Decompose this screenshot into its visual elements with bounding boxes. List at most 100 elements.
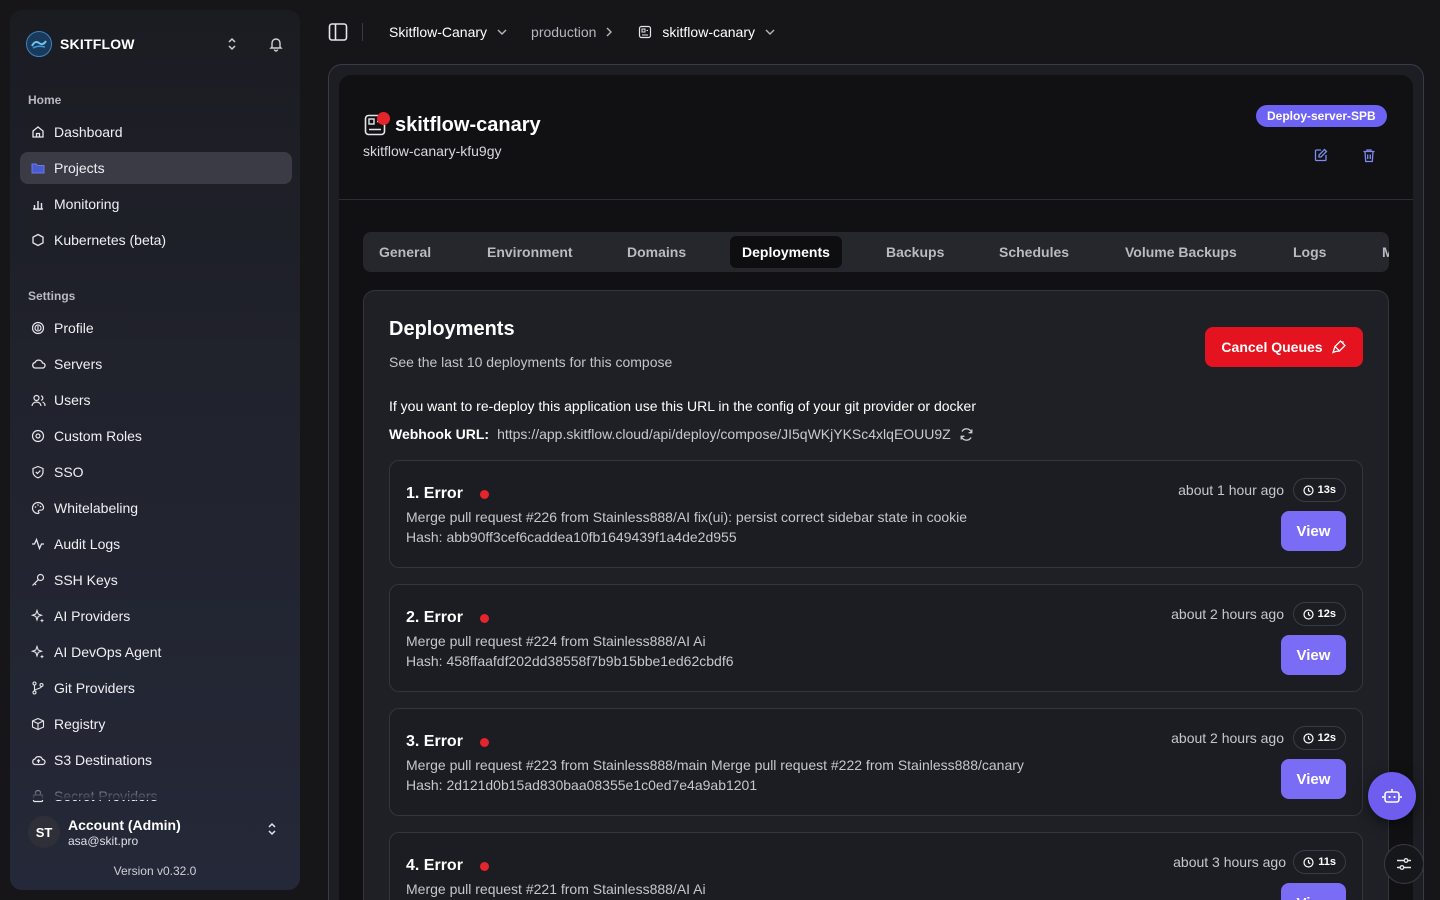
header-divider [339, 199, 1413, 200]
sidebar-item-kubernetes[interactable]: Kubernetes (beta) [20, 224, 292, 256]
shield-settings-icon [30, 428, 46, 444]
duration-label: 12s [1317, 608, 1336, 620]
breadcrumb-project[interactable]: Skitflow-Canary [389, 24, 531, 40]
error-status-dot [479, 489, 489, 499]
sliders-icon [1396, 857, 1412, 871]
settings-section-label: Settings [28, 289, 76, 303]
tab-deployments[interactable]: Deployments [730, 236, 842, 268]
git-branch-icon [30, 680, 46, 696]
sidebar-toggle-icon[interactable] [326, 20, 350, 44]
sidebar-item-whitelabeling[interactable]: Whitelabeling [20, 492, 292, 524]
deployment-name-label: 4. Error [406, 857, 463, 874]
sidebar-item-profile[interactable]: Profile [20, 312, 292, 344]
home-icon [30, 124, 46, 140]
sidebar-item-s3-destinations[interactable]: S3 Destinations [20, 744, 292, 776]
deployment-name: 4. Error [406, 857, 489, 875]
sidebar-item-projects[interactable]: Projects [20, 152, 292, 184]
tab-domains[interactable]: Domains [615, 236, 698, 268]
breadcrumb-environment[interactable]: production [531, 24, 638, 40]
sidebar-item-users[interactable]: Users [20, 384, 292, 416]
view-deployment-button[interactable]: View [1281, 759, 1346, 799]
webhook-url[interactable]: https://app.skitflow.cloud/api/deploy/co… [497, 426, 951, 442]
view-deployment-button[interactable]: View [1281, 511, 1346, 551]
sidebar-item-audit-logs[interactable]: Audit Logs [20, 528, 292, 560]
sidebar-item-label: Whitelabeling [54, 500, 139, 516]
ai-assistant-button[interactable] [1368, 772, 1416, 820]
shield-check-icon [30, 464, 46, 480]
view-deployment-button[interactable]: View [1281, 883, 1346, 900]
sidebar-item-label: Kubernetes (beta) [54, 232, 167, 248]
duration-badge: 11s [1293, 850, 1346, 874]
clock-icon [1303, 732, 1314, 744]
sidebar-item-label: Profile [54, 320, 94, 336]
sidebar-item-dashboard[interactable]: Dashboard [20, 116, 292, 148]
service-title: skitflow-canary [395, 114, 541, 136]
sidebar-item-label: Registry [54, 716, 106, 732]
chevrons-up-down-icon[interactable] [222, 34, 242, 54]
account-switcher[interactable]: ST Account (Admin) asa@skit.pro [10, 810, 300, 854]
sparkles-icon [30, 608, 46, 624]
chevron-down-icon [765, 29, 775, 35]
sidebar-item-registry[interactable]: Registry [20, 708, 292, 740]
deployment-name: 3. Error [406, 733, 489, 751]
sidebar-item-label: Projects [54, 160, 105, 176]
redeploy-note: If you want to re-deploy this applicatio… [389, 398, 977, 414]
breadcrumb-service[interactable]: skitflow-canary [638, 24, 799, 40]
tab-more[interactable]: M [1370, 236, 1389, 268]
tab-general[interactable]: General [367, 236, 443, 268]
preferences-button[interactable] [1384, 844, 1424, 884]
deployment-name-label: 1. Error [406, 485, 463, 502]
sidebar-item-ai-devops-agent[interactable]: AI DevOps Agent [20, 636, 292, 668]
sidebar-item-ssh-keys[interactable]: SSH Keys [20, 564, 292, 596]
account-email: asa@skit.pro [68, 833, 139, 848]
tab-environment[interactable]: Environment [475, 236, 585, 268]
sidebar: SKITFLOW Home Dashboard Projects Monitor… [10, 10, 300, 890]
cloud-icon [30, 356, 46, 372]
brand-name: SKITFLOW [60, 36, 135, 52]
fingerprint-icon [30, 320, 46, 336]
tab-volume-backups[interactable]: Volume Backups [1113, 236, 1249, 268]
bell-icon[interactable] [266, 34, 286, 54]
sidebar-item-ai-providers[interactable]: AI Providers [20, 600, 292, 632]
brand-logo-icon [26, 31, 52, 57]
duration-label: 11s [1318, 856, 1336, 868]
sidebar-scroll-fade [10, 780, 300, 800]
sidebar-item-label: S3 Destinations [54, 752, 153, 768]
bot-icon [1382, 787, 1402, 805]
view-deployment-button[interactable]: View [1281, 635, 1346, 675]
error-status-dot [479, 613, 489, 623]
sidebar-item-label: AI DevOps Agent [54, 644, 162, 660]
folder-icon [30, 160, 46, 176]
webhook-label: Webhook URL: [389, 426, 490, 442]
deployment-item: 3. Error Merge pull request #223 from St… [389, 708, 1363, 816]
brand-switcher[interactable]: SKITFLOW [26, 31, 288, 57]
tab-schedules[interactable]: Schedules [987, 236, 1081, 268]
service-app-name: skitflow-canary-kfu9gy [363, 143, 502, 159]
clock-icon [1303, 608, 1314, 620]
duration-label: 12s [1317, 732, 1336, 744]
activity-icon [30, 536, 46, 552]
deployments-title: Deployments [389, 318, 515, 340]
cancel-queues-button[interactable]: Cancel Queues [1205, 327, 1363, 367]
sidebar-item-git-providers[interactable]: Git Providers [20, 672, 292, 704]
deployment-hash: Hash: 458ffaafdf202dd38558f7b9b15bbe1ed6… [406, 653, 734, 669]
service-tabs: General Environment Domains Deployments … [363, 232, 1389, 272]
sidebar-item-custom-roles[interactable]: Custom Roles [20, 420, 292, 452]
sidebar-item-label: Servers [54, 356, 103, 372]
sidebar-item-label: SSH Keys [54, 572, 118, 588]
sidebar-item-sso[interactable]: SSO [20, 456, 292, 488]
deployment-message: Merge pull request #221 from Stainless88… [406, 881, 706, 897]
sidebar-item-servers[interactable]: Servers [20, 348, 292, 380]
sidebar-item-monitoring[interactable]: Monitoring [20, 188, 292, 220]
sidebar-item-label: Dashboard [54, 124, 123, 140]
deployment-hash: Hash: abb90ff3cef6caddea10fb1649439f1a4d… [406, 529, 737, 545]
refresh-icon[interactable] [959, 427, 974, 442]
deployment-time: about 1 hour ago [1178, 482, 1284, 498]
trash-icon[interactable] [1358, 144, 1380, 166]
deployment-name: 2. Error [406, 609, 489, 627]
tab-logs[interactable]: Logs [1281, 236, 1338, 268]
deployment-name-label: 2. Error [406, 609, 463, 626]
tab-backups[interactable]: Backups [874, 236, 956, 268]
edit-icon[interactable] [1310, 144, 1332, 166]
chevron-right-icon [606, 27, 613, 37]
